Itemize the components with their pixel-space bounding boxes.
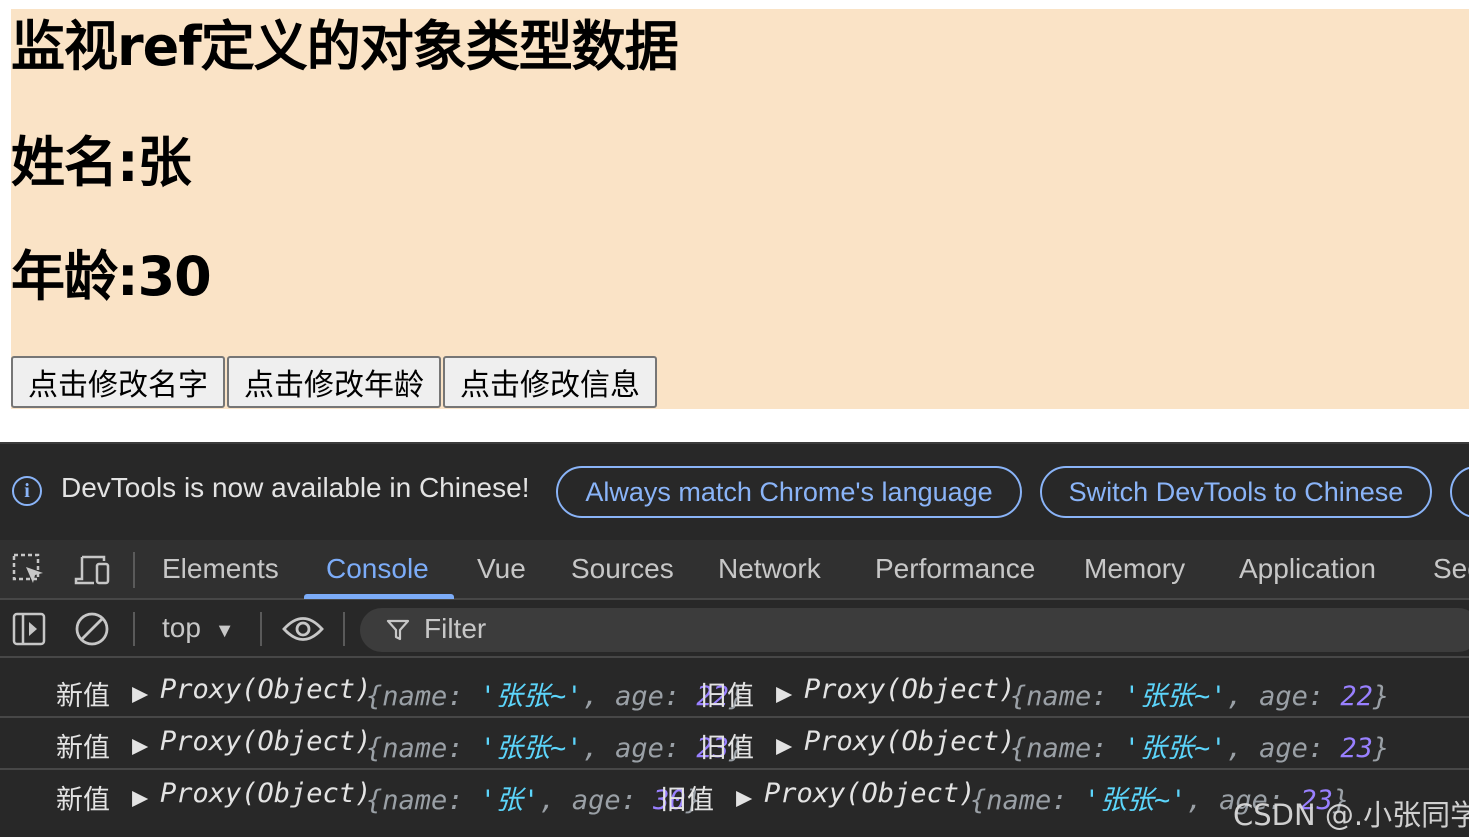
old-value-label: 旧值: [660, 785, 714, 816]
old-name-value: '张张~': [1083, 785, 1187, 816]
live-expression-eye-icon[interactable]: [282, 614, 324, 644]
proxy-object-label[interactable]: Proxy(Object): [764, 778, 975, 809]
object-preview: {name: '张', age: 30}: [366, 785, 702, 816]
proxy-object-label[interactable]: Proxy(Object): [804, 674, 1015, 705]
tab-performance[interactable]: Performance: [875, 553, 1035, 585]
switch-to-chinese-button[interactable]: Switch DevTools to Chinese: [1040, 466, 1432, 518]
device-toolbar-icon[interactable]: [74, 553, 112, 587]
old-value-label: 旧值: [700, 733, 754, 764]
button-row: 点击修改名字 点击修改年龄 点击修改信息: [11, 356, 657, 408]
change-name-button[interactable]: 点击修改名字: [11, 356, 225, 408]
expand-triangle-icon[interactable]: ▶: [776, 730, 792, 761]
object-preview: {name: '张张~', age: 23}: [1010, 733, 1390, 764]
tab-vue[interactable]: Vue: [477, 553, 526, 585]
filter-input[interactable]: Filter: [360, 608, 1469, 652]
change-age-button[interactable]: 点击修改年龄: [227, 356, 441, 408]
banner-message: DevTools is now available in Chinese!: [61, 472, 530, 503]
proxy-object-label[interactable]: Proxy(Object): [160, 778, 371, 809]
tab-application[interactable]: Application: [1239, 553, 1376, 585]
expand-triangle-icon[interactable]: ▶: [736, 782, 752, 813]
proxy-object-label[interactable]: Proxy(Object): [160, 726, 371, 757]
filter-placeholder: Filter: [424, 613, 487, 644]
object-preview: {name: '张张~', age: 22}: [1010, 681, 1390, 712]
tab-security[interactable]: Sec: [1433, 553, 1469, 585]
toolbar-separator: [133, 552, 135, 588]
clear-console-icon[interactable]: [74, 611, 110, 647]
inspect-element-icon[interactable]: [12, 553, 46, 587]
filter-icon: [386, 619, 410, 641]
old-name-value: '张张~': [1123, 733, 1227, 764]
active-tab-indicator: [304, 594, 454, 599]
tab-memory[interactable]: Memory: [1084, 553, 1185, 585]
sidebar-toggle-icon[interactable]: [12, 612, 46, 646]
console-log-row: 新值 ▶ Proxy(Object) {name: '张张~', age: 23…: [0, 718, 1469, 770]
new-value-label: 新值: [56, 681, 110, 712]
new-name-value: '张': [479, 785, 540, 816]
context-selector-label: top: [162, 612, 201, 643]
console-log-row: 新值 ▶ Proxy(Object) {name: '张张~', age: 22…: [0, 666, 1469, 718]
toolbar-separator: [133, 612, 135, 646]
new-value-label: 新值: [56, 785, 110, 816]
name-display: 姓名:张: [11, 131, 192, 194]
context-selector[interactable]: top ▼: [162, 612, 235, 644]
proxy-object-label[interactable]: Proxy(Object): [160, 674, 371, 705]
expand-triangle-icon[interactable]: ▶: [776, 678, 792, 709]
page-title: 监视ref定义的对象类型数据: [11, 15, 679, 78]
change-info-button[interactable]: 点击修改信息: [443, 356, 657, 408]
expand-triangle-icon[interactable]: ▶: [132, 782, 148, 813]
tab-elements[interactable]: Elements: [162, 553, 279, 585]
object-preview: {name: '张张~', age: 23}: [366, 733, 746, 764]
devtools-tab-bar: Elements Console Vue Sources Network Per…: [0, 540, 1469, 600]
expand-triangle-icon[interactable]: ▶: [132, 730, 148, 761]
expand-triangle-icon[interactable]: ▶: [132, 678, 148, 709]
tab-console[interactable]: Console: [326, 553, 429, 585]
toolbar-separator: [343, 612, 345, 646]
toolbar-separator: [260, 612, 262, 646]
tab-sources[interactable]: Sources: [571, 553, 674, 585]
new-name-value: '张张~': [479, 681, 583, 712]
new-value-label: 新值: [56, 733, 110, 764]
devtools-panel: i DevTools is now available in Chinese! …: [0, 442, 1469, 837]
banner-extra-button[interactable]: [1450, 466, 1469, 518]
app-content: 监视ref定义的对象类型数据 姓名:张 年龄:30 点击修改名字 点击修改年龄 …: [11, 9, 1469, 409]
dropdown-arrow-icon: ▼: [214, 620, 235, 642]
old-value-label: 旧值: [700, 681, 754, 712]
csdn-watermark: CSDN @.小张同学: [1233, 798, 1469, 832]
proxy-object-label[interactable]: Proxy(Object): [804, 726, 1015, 757]
info-icon: i: [12, 476, 42, 506]
console-toolbar: top ▼ Filter: [0, 600, 1469, 658]
old-name-value: '张张~': [1123, 681, 1227, 712]
old-age-value: 23: [1340, 733, 1373, 764]
age-display: 年龄:30: [11, 245, 212, 308]
language-banner: i DevTools is now available in Chinese! …: [0, 444, 1469, 540]
object-preview: {name: '张张~', age: 22}: [366, 681, 746, 712]
always-match-language-button[interactable]: Always match Chrome's language: [556, 466, 1022, 518]
tab-network[interactable]: Network: [718, 553, 821, 585]
new-name-value: '张张~': [479, 733, 583, 764]
old-age-value: 22: [1340, 681, 1373, 712]
